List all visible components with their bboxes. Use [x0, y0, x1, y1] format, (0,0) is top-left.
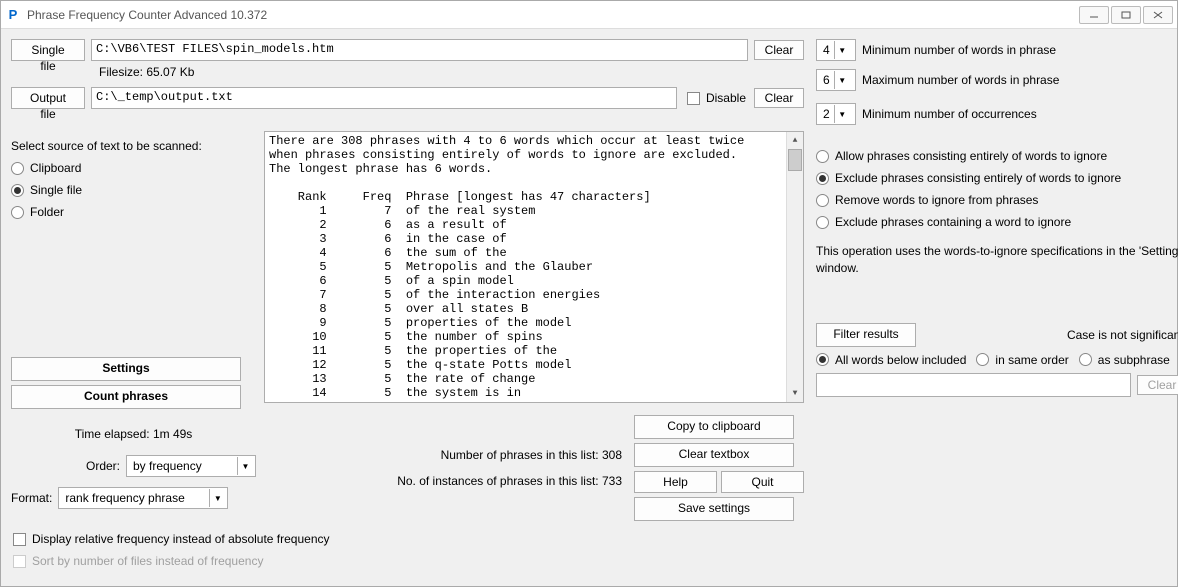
clear-output-file-button[interactable]: Clear	[754, 88, 804, 108]
disable-output-checkbox[interactable]	[687, 92, 700, 105]
disable-output-label: Disable	[706, 91, 746, 105]
ignore-exclude-all-radio[interactable]	[816, 172, 829, 185]
source-label: Select source of text to be scanned:	[11, 139, 256, 153]
relative-freq-checkbox[interactable]	[13, 533, 26, 546]
source-folder-radio[interactable]	[11, 206, 24, 219]
max-words-dropdown[interactable]: 6 ▼	[816, 69, 856, 91]
client-area: Single file C:\VB6\TEST FILES\spin_model…	[1, 29, 1177, 586]
output-file-path-input[interactable]: C:\_temp\output.txt	[91, 87, 677, 109]
sort-by-files-checkbox	[13, 555, 26, 568]
scrollbar-thumb[interactable]	[788, 149, 802, 171]
format-label: Format:	[11, 491, 52, 505]
settings-button[interactable]: Settings	[11, 357, 241, 381]
clear-single-file-button[interactable]: Clear	[754, 40, 804, 60]
filter-order-label: in same order	[995, 353, 1068, 367]
maximize-button[interactable]	[1111, 6, 1141, 24]
source-clipboard-radio[interactable]	[11, 162, 24, 175]
ignore-note: This operation uses the words-to-ignore …	[816, 243, 1178, 277]
clear-filter-button[interactable]: Clear	[1137, 375, 1178, 395]
min-occ-value: 2	[823, 107, 830, 121]
ignore-exclude-any-label: Exclude phrases containing a word to ign…	[835, 215, 1071, 229]
output-file-button[interactable]: Output file	[11, 87, 85, 109]
ignore-remove-label: Remove words to ignore from phrases	[835, 193, 1038, 207]
minimize-button[interactable]	[1079, 6, 1109, 24]
filter-all-label: All words below included	[835, 353, 966, 367]
ignore-remove-radio[interactable]	[816, 194, 829, 207]
format-value: rank frequency phrase	[65, 491, 205, 505]
filter-subphrase-radio[interactable]	[1079, 353, 1092, 366]
scroll-down-icon[interactable]: ▼	[787, 385, 803, 402]
ignore-exclude-any-radio[interactable]	[816, 216, 829, 229]
ignore-exclude-all-label: Exclude phrases consisting entirely of w…	[835, 171, 1121, 185]
source-clipboard-label: Clipboard	[30, 161, 81, 175]
single-file-path-input[interactable]: C:\VB6\TEST FILES\spin_models.htm	[91, 39, 748, 61]
sort-by-files-label: Sort by number of files instead of frequ…	[32, 554, 263, 568]
filter-subphrase-label: as subphrase	[1098, 353, 1170, 367]
min-words-value: 4	[823, 43, 830, 57]
max-words-label: Maximum number of words in phrase	[862, 73, 1059, 87]
results-textbox[interactable]: There are 308 phrases with 4 to 6 words …	[264, 131, 804, 403]
close-button[interactable]	[1143, 6, 1173, 24]
results-text: There are 308 phrases with 4 to 6 words …	[269, 134, 744, 400]
app-icon: P	[5, 7, 21, 23]
order-dropdown[interactable]: by frequency ▼	[126, 455, 256, 477]
min-occ-label: Minimum number of occurrences	[862, 107, 1037, 121]
single-file-button[interactable]: Single file	[11, 39, 85, 61]
filter-results-button[interactable]: Filter results	[816, 323, 916, 347]
order-label: Order:	[86, 459, 120, 473]
ignore-allow-label: Allow phrases consisting entirely of wor…	[835, 149, 1107, 163]
filter-order-radio[interactable]	[976, 353, 989, 366]
filter-text-input[interactable]	[816, 373, 1131, 397]
source-single-file-radio[interactable]	[11, 184, 24, 197]
num-instances-label: No. of instances of phrases in this list…	[264, 474, 622, 488]
scroll-up-icon[interactable]: ▲	[787, 132, 803, 149]
num-phrases-label: Number of phrases in this list: 308	[264, 448, 622, 462]
count-phrases-button[interactable]: Count phrases	[11, 385, 241, 409]
case-note-label: Case is not significant.	[1067, 328, 1178, 342]
window-title: Phrase Frequency Counter Advanced 10.372	[27, 8, 1077, 22]
order-value: by frequency	[133, 459, 233, 473]
results-scrollbar[interactable]: ▲▼	[786, 132, 803, 402]
clear-textbox-button[interactable]: Clear textbox	[634, 443, 794, 467]
max-words-value: 6	[823, 73, 830, 87]
chevron-down-icon: ▼	[209, 489, 225, 507]
min-words-label: Minimum number of words in phrase	[862, 43, 1056, 57]
chevron-down-icon: ▼	[834, 71, 850, 89]
source-folder-label: Folder	[30, 205, 64, 219]
chevron-down-icon: ▼	[834, 41, 850, 59]
min-occ-dropdown[interactable]: 2 ▼	[816, 103, 856, 125]
help-button[interactable]: Help	[634, 471, 717, 493]
min-words-dropdown[interactable]: 4 ▼	[816, 39, 856, 61]
titlebar: P Phrase Frequency Counter Advanced 10.3…	[1, 1, 1177, 29]
chevron-down-icon: ▼	[237, 457, 253, 475]
relative-freq-label: Display relative frequency instead of ab…	[32, 532, 330, 546]
time-elapsed-label: Time elapsed: 1m 49s	[11, 427, 256, 441]
source-single-file-label: Single file	[30, 183, 82, 197]
copy-clipboard-button[interactable]: Copy to clipboard	[634, 415, 794, 439]
save-settings-button[interactable]: Save settings	[634, 497, 794, 521]
quit-button[interactable]: Quit	[721, 471, 804, 493]
filesize-label: Filesize: 65.07 Kb	[99, 65, 194, 79]
app-window: P Phrase Frequency Counter Advanced 10.3…	[0, 0, 1178, 587]
format-dropdown[interactable]: rank frequency phrase ▼	[58, 487, 228, 509]
ignore-allow-radio[interactable]	[816, 150, 829, 163]
chevron-down-icon: ▼	[834, 105, 850, 123]
filter-all-radio[interactable]	[816, 353, 829, 366]
